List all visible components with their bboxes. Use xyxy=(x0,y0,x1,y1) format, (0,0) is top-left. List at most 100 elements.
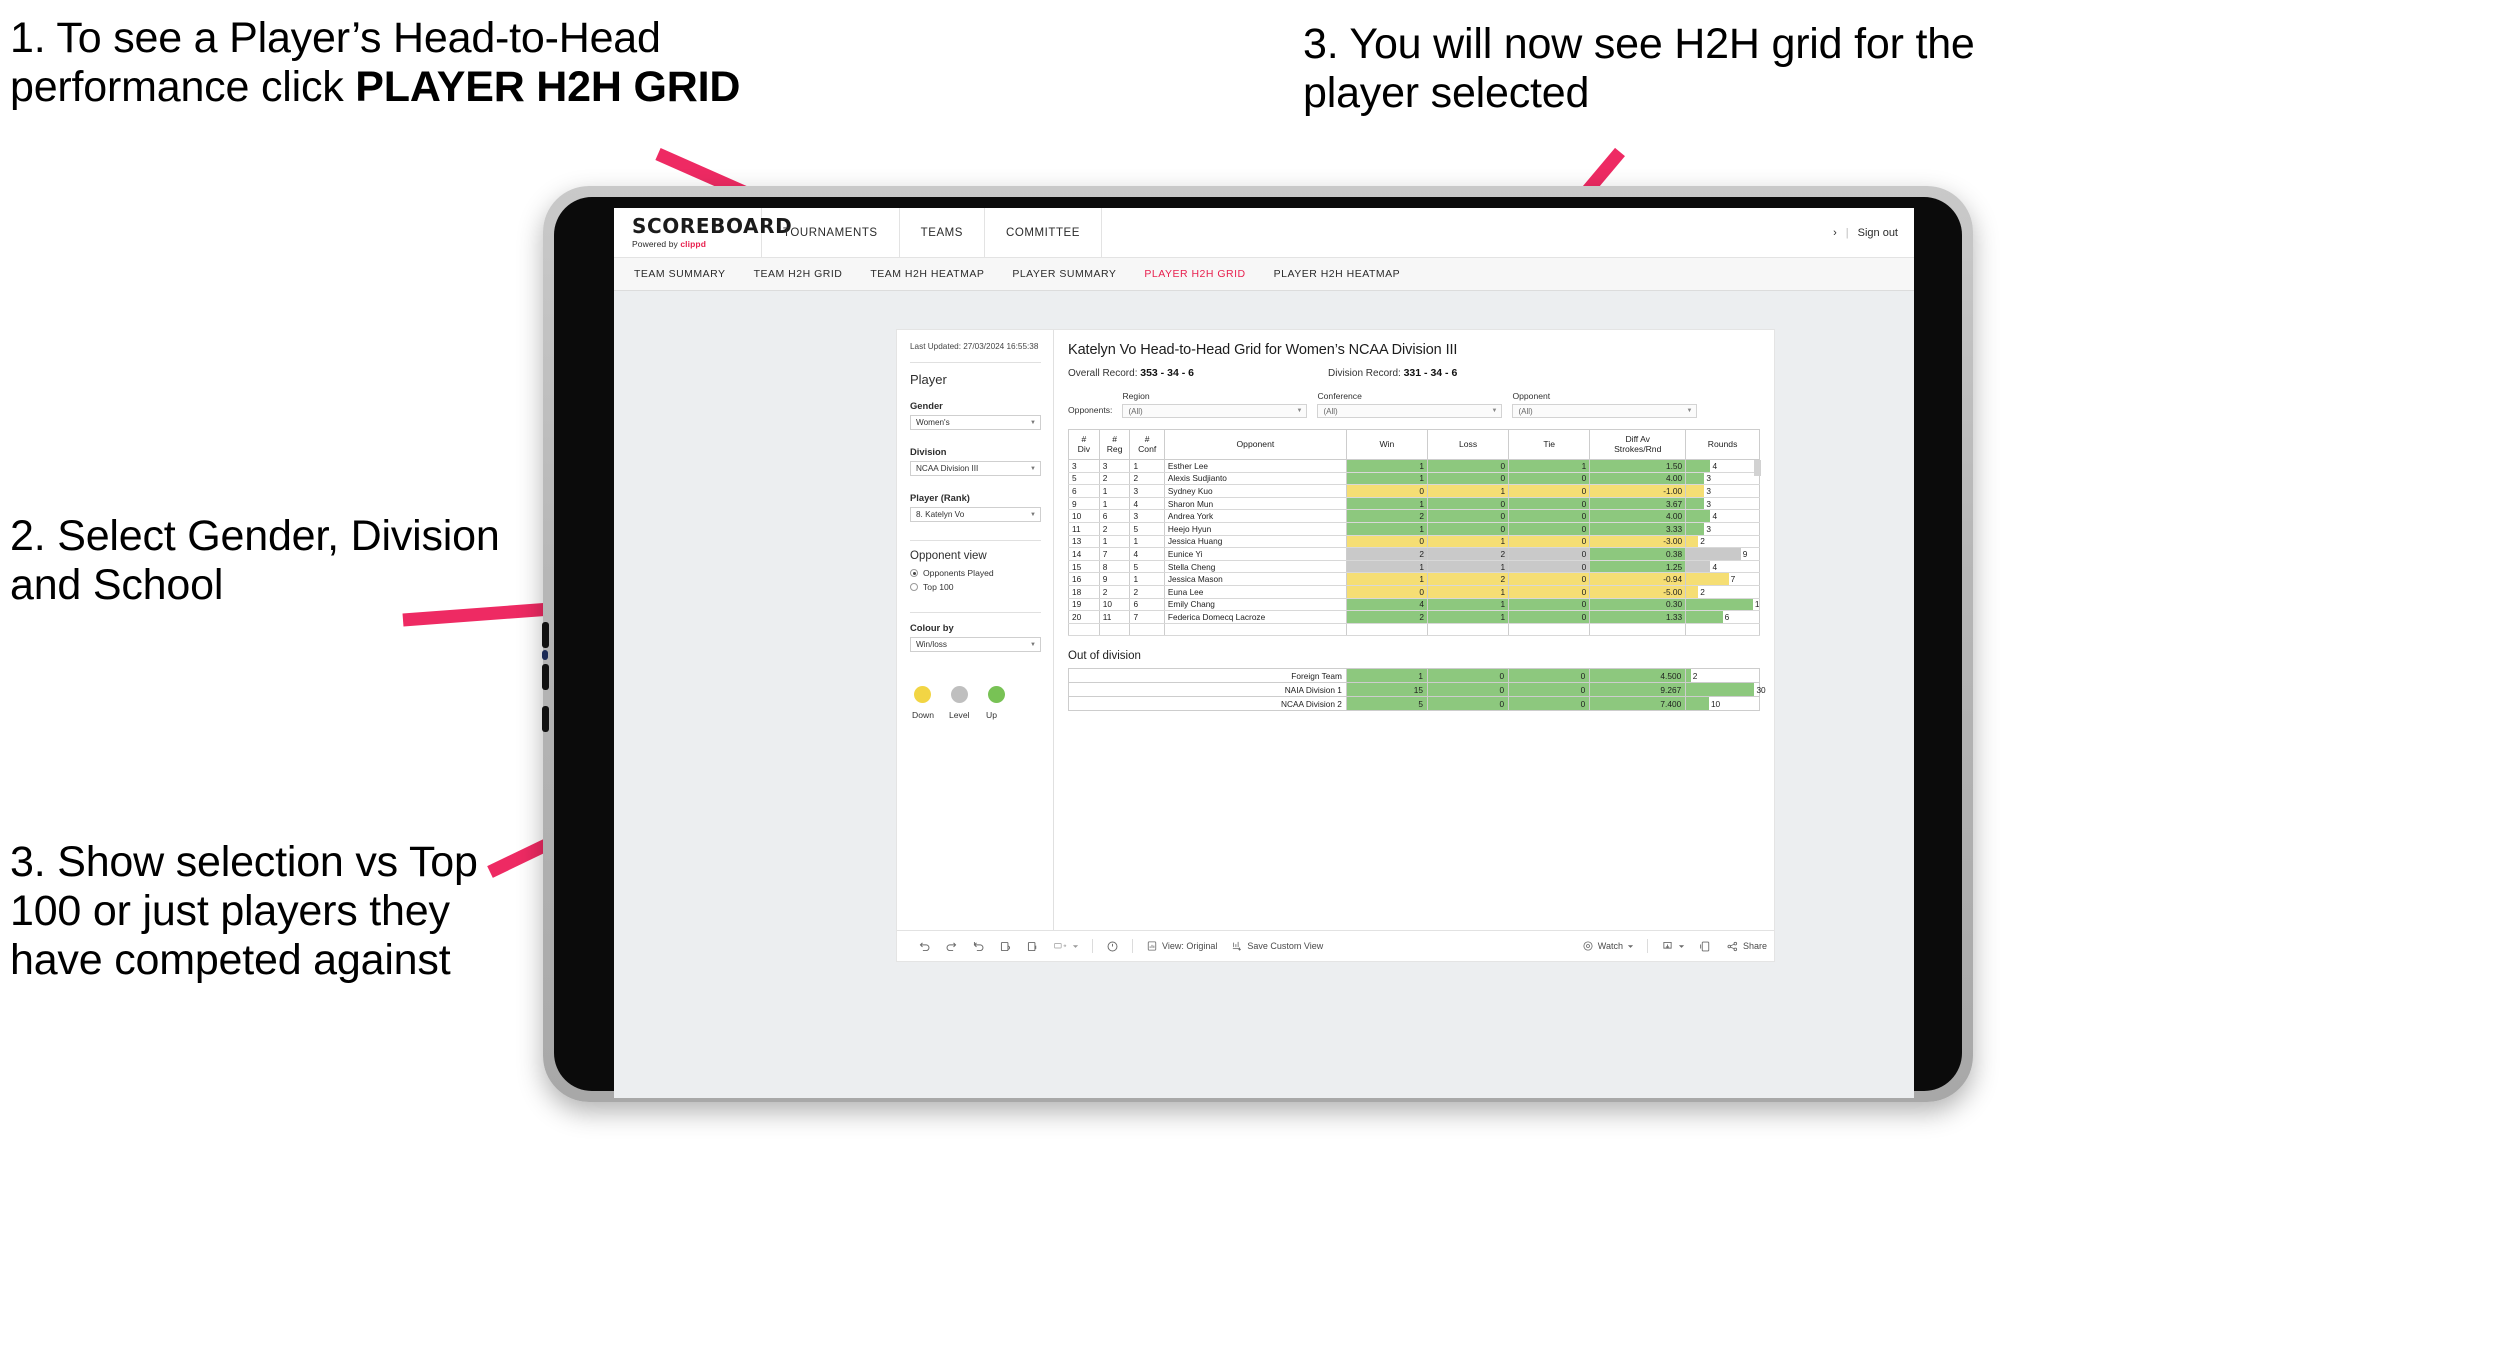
redo-icon[interactable] xyxy=(938,940,965,953)
table-row[interactable]: 14 7 4 Eunice Yi 2 2 0 0.38 9 xyxy=(1068,547,1760,561)
h2h-grid-body: 3 3 1 Esther Lee 1 0 1 1.50 4 5 2 2 Alexis Sudjianto… xyxy=(1068,459,1760,637)
filter-opponent-caption: Opponent xyxy=(1512,391,1551,401)
volume-button-down[interactable] xyxy=(542,664,549,690)
colour-by-select[interactable]: Win/loss ▼ xyxy=(910,637,1041,653)
gender-value: Women's xyxy=(916,418,950,428)
table-row[interactable]: 10 6 3 Andrea York 2 0 0 4.00 4 xyxy=(1068,509,1760,523)
radio-icon-unselected xyxy=(910,583,918,592)
table-row[interactable]: 16 9 1 Jessica Mason 1 2 0 -0.94 7 xyxy=(1068,572,1760,586)
toolbar-divider xyxy=(1132,939,1133,953)
table-row[interactable]: 15 8 5 Stella Cheng 1 1 0 1.25 4 xyxy=(1068,560,1760,574)
cell-opponent: Sharon Mun xyxy=(1163,497,1347,511)
cell-tie: 0 xyxy=(1508,535,1591,549)
cell-conf: 4 xyxy=(1129,547,1165,561)
primary-nav: TOURNAMENTS TEAMS COMMITTEE xyxy=(762,208,1102,257)
radio-top-100[interactable]: Top 100 xyxy=(910,582,1041,592)
cell-reg: 6 xyxy=(1098,509,1131,523)
chevron-down-icon: ▼ xyxy=(1030,511,1036,518)
rounds-value: 2 xyxy=(1692,670,1698,681)
rounds-bar xyxy=(1686,697,1709,711)
table-row[interactable]: NCAA Division 2 5 0 0 7.400 10 xyxy=(1068,696,1760,712)
rounds-bar xyxy=(1686,611,1723,623)
cell-reg: 3 xyxy=(1098,459,1131,473)
rounds-value: 3 xyxy=(1706,473,1711,484)
table-row[interactable]: Foreign Team 1 0 0 4.500 2 xyxy=(1068,668,1760,684)
cell-tie: 0 xyxy=(1508,547,1591,561)
export-icon[interactable] xyxy=(1046,940,1086,953)
nav-item-teams[interactable]: TEAMS xyxy=(900,208,986,257)
power-button[interactable] xyxy=(542,706,549,732)
cell-div: 3 xyxy=(1068,459,1100,473)
filter-region: Region (All) ▼ xyxy=(1122,391,1308,418)
table-row[interactable]: 13 1 1 Jessica Huang 0 1 0 -3.00 2 xyxy=(1068,535,1760,549)
tab-team-h2h-heatmap[interactable]: TEAM H2H HEATMAP xyxy=(870,268,984,280)
col-opponent: Opponent xyxy=(1163,429,1347,460)
table-row[interactable]: 6 1 3 Sydney Kuo 0 1 0 -1.00 3 xyxy=(1068,484,1760,498)
table-row[interactable]: 18 2 2 Euna Lee 0 1 0 -5.00 2 xyxy=(1068,585,1760,599)
tablet-device-frame: SCOREBOARD Powered by clippd TOURNAMENTS… xyxy=(542,186,1973,1102)
tab-player-h2h-heatmap[interactable]: PLAYER H2H HEATMAP xyxy=(1274,268,1400,280)
signout-link[interactable]: Sign out xyxy=(1858,227,1898,239)
filter-conference-select[interactable]: (All) ▼ xyxy=(1317,404,1503,418)
gender-select[interactable]: Women's ▼ xyxy=(910,415,1041,431)
h2h-grid-table: # Div # Reg # Conf Opponent Win Loss Tie… xyxy=(1068,429,1760,637)
nav-item-tournaments[interactable]: TOURNAMENTS xyxy=(762,208,900,257)
volume-button-up[interactable] xyxy=(542,622,549,648)
division-select[interactable]: NCAA Division III ▼ xyxy=(910,461,1041,477)
watch-button[interactable]: Watch xyxy=(1575,940,1641,952)
refresh-icon[interactable] xyxy=(992,940,1019,953)
annotation-step-2: 2. Select Gender, Division and School xyxy=(10,512,500,610)
share-button[interactable]: Share xyxy=(1719,940,1774,953)
rounds-value: 10 xyxy=(1710,698,1721,709)
cell-diff: 0.38 xyxy=(1589,547,1687,561)
user-chevron-icon[interactable]: › xyxy=(1833,227,1837,239)
cell-reg: 9 xyxy=(1098,572,1131,586)
h2h-grid-wrapper: # Div # Reg # Conf Opponent Win Loss Tie… xyxy=(1068,429,1761,637)
col-reg: # Reg xyxy=(1098,429,1131,460)
cell-conf: 5 xyxy=(1129,560,1165,574)
radio-opponents-played[interactable]: Opponents Played xyxy=(910,568,1041,578)
last-updated-text: Last Updated: 27/03/2024 16:55:38 xyxy=(910,342,1039,351)
tab-player-h2h-grid[interactable]: PLAYER H2H GRID xyxy=(1144,268,1245,280)
rounds-value: 3 xyxy=(1706,498,1711,509)
vertical-scrollbar[interactable] xyxy=(1754,460,1761,476)
nav-item-committee[interactable]: COMMITTEE xyxy=(985,208,1102,257)
cell-tie: 0 xyxy=(1508,682,1591,698)
cell-rounds: 3 xyxy=(1685,484,1760,498)
tab-team-summary[interactable]: TEAM SUMMARY xyxy=(634,268,726,280)
cell-div: 6 xyxy=(1068,484,1100,498)
table-row[interactable]: 19106Emily Chang4100.3011 xyxy=(1068,598,1760,612)
cell-rounds: 3 xyxy=(1685,472,1760,486)
app-logo[interactable]: SCOREBOARD Powered by clippd xyxy=(614,208,792,257)
save-custom-view-button[interactable]: Save Custom View xyxy=(1224,940,1330,952)
divider xyxy=(910,540,1041,542)
cell-opponent: Emily Chang xyxy=(1163,598,1347,612)
tab-player-summary[interactable]: PLAYER SUMMARY xyxy=(1012,268,1116,280)
table-row[interactable]: 20 11 7 Federica Domecq Lacroze 2 1 0 1.33 6 xyxy=(1068,610,1760,624)
rounds-value: 11 xyxy=(1754,599,1759,610)
table-row[interactable]: 3 3 1 Esther Lee 1 0 1 1.50 4 xyxy=(1068,459,1760,473)
filter-region-select[interactable]: (All) ▼ xyxy=(1122,404,1308,418)
fullscreen-icon[interactable] xyxy=(1692,940,1719,953)
filter-opponent-select[interactable]: (All) ▼ xyxy=(1512,404,1698,418)
signout-divider: | xyxy=(1845,226,1849,239)
division-record-label: Division Record: xyxy=(1328,368,1401,379)
view-original-button[interactable]: View: Original xyxy=(1139,940,1224,952)
pause-refresh-icon[interactable] xyxy=(1019,940,1046,953)
table-row[interactable]: 5 2 2 Alexis Sudjianto 1 0 0 4.00 3 xyxy=(1068,472,1760,486)
pause-updates-icon[interactable] xyxy=(1099,940,1126,953)
table-row[interactable]: 11 2 5 Heejo Hyun 1 0 0 3.33 3 xyxy=(1068,522,1760,536)
undo-icon[interactable] xyxy=(911,940,938,953)
colour-by-label: Colour by xyxy=(910,622,954,634)
division-record: Division Record: 331 - 34 - 6 xyxy=(1328,367,1457,379)
table-row[interactable]: NAIA Division 1 15 0 0 9.267 30 xyxy=(1068,682,1766,698)
cell-reg: 11 xyxy=(1098,610,1131,624)
download-icon[interactable] xyxy=(1654,940,1692,953)
cell-div: 9 xyxy=(1068,497,1100,511)
revert-icon[interactable] xyxy=(965,940,992,953)
cell-div: 20 xyxy=(1068,610,1100,624)
table-row[interactable]: 9 1 4 Sharon Mun 1 0 0 3.67 3 xyxy=(1068,497,1760,511)
cell-win: 2 xyxy=(1345,610,1429,624)
player-rank-select[interactable]: 8. Katelyn Vo ▼ xyxy=(910,507,1041,523)
tab-team-h2h-grid[interactable]: TEAM H2H GRID xyxy=(754,268,843,280)
